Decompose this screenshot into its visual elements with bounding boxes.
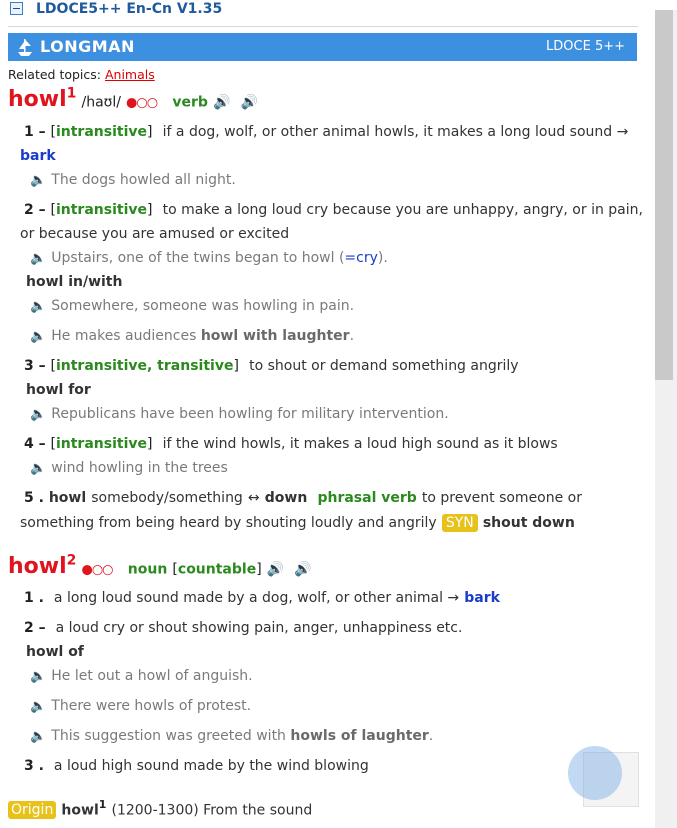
definition: if the wind howls, it makes a loud high … bbox=[162, 436, 558, 452]
phrasal-verb-label: phrasal verb bbox=[317, 490, 417, 506]
speaker-icon[interactable]: 🔈 bbox=[30, 251, 46, 266]
example: 🔈 Somewhere, someone was howling in pain… bbox=[30, 298, 355, 314]
noun-sense-3: 3 . a loud high sound made by the wind b… bbox=[24, 758, 369, 774]
grammar-code: intransitive bbox=[55, 202, 147, 218]
speaker-icon[interactable]: 🔊 bbox=[213, 94, 230, 110]
speaker-icon[interactable]: 🔊 bbox=[241, 94, 258, 110]
grammar-code: intransitive bbox=[55, 436, 147, 452]
entry1-header: howl1 /haʊl/ ●○○ verb 🔊 🔊 bbox=[8, 86, 258, 112]
longman-banner: LONGMAN LDOCE 5++ bbox=[8, 33, 637, 61]
phrase-pattern: howl of bbox=[26, 644, 84, 660]
sense-4: 4 – [intransitive] if the wind howls, it… bbox=[24, 436, 558, 452]
example: 🔈 He makes audiences howl with laughter. bbox=[30, 328, 355, 344]
part-of-speech: noun bbox=[127, 561, 168, 578]
example: 🔈 Republicans have been howling for mili… bbox=[30, 406, 449, 422]
frequency-dots: ●○○ bbox=[126, 95, 158, 111]
sense-number: 1 bbox=[24, 124, 34, 140]
cross-reference-link[interactable]: bark bbox=[20, 148, 56, 164]
sense-3: 3 – [intransitive, transitive] to shout … bbox=[24, 358, 519, 374]
phrase-pattern: howl for bbox=[26, 382, 91, 398]
example: 🔈 This suggestion was greeted with howls… bbox=[30, 728, 434, 744]
edition-label: LDOCE 5++ bbox=[546, 39, 625, 54]
dictionary-content: LDOCE5++ En-Cn V1.35 LONGMAN LDOCE 5++ R… bbox=[8, 1, 643, 820]
example: 🔈 There were howls of protest. bbox=[30, 698, 252, 714]
part-of-speech: verb bbox=[172, 94, 208, 111]
speaker-icon[interactable]: 🔊 bbox=[267, 561, 284, 577]
definition: to shout or demand something angrily bbox=[249, 358, 519, 374]
speaker-icon[interactable]: 🔈 bbox=[30, 173, 46, 188]
headword: howl1 bbox=[8, 86, 77, 113]
speaker-icon[interactable]: 🔈 bbox=[30, 699, 46, 714]
logo-watermark-icon bbox=[568, 746, 622, 800]
grammar-code: countable bbox=[177, 561, 257, 578]
sense-5: 5 . howl somebody/something ↔ down phras… bbox=[24, 490, 583, 506]
related-topics: Related topics: Animals bbox=[8, 67, 155, 82]
headword: howl2 bbox=[8, 553, 77, 580]
cross-reference-link[interactable]: bark bbox=[464, 590, 500, 606]
app-title: LDOCE5++ En-Cn V1.35 bbox=[36, 1, 223, 17]
phrase-pattern: howl in/with bbox=[26, 274, 123, 290]
speaker-icon[interactable]: 🔈 bbox=[30, 729, 46, 744]
grammar-code: intransitive, transitive bbox=[55, 358, 234, 374]
origin-line: Origin howl1 (1200-1300) From the sound bbox=[8, 798, 312, 820]
related-topics-label: Related topics: bbox=[8, 67, 101, 82]
collapse-icon[interactable] bbox=[10, 2, 23, 15]
origin-badge: Origin bbox=[8, 801, 57, 820]
speaker-icon[interactable]: 🔈 bbox=[30, 669, 46, 684]
entry2-header: howl2 ●○○ noun [countable] 🔊 🔊 bbox=[8, 553, 312, 580]
ship-logo-icon bbox=[18, 39, 32, 56]
speaker-icon[interactable]: 🔈 bbox=[30, 329, 46, 344]
scrollbar-thumb[interactable] bbox=[655, 10, 673, 380]
speaker-icon[interactable]: 🔊 bbox=[294, 561, 311, 577]
speaker-icon[interactable]: 🔈 bbox=[30, 299, 46, 314]
synonym-word[interactable]: shout down bbox=[483, 515, 575, 531]
synonym-badge: SYN bbox=[441, 514, 478, 532]
noun-sense-2: 2 – a loud cry or shout showing pain, an… bbox=[24, 620, 463, 636]
divider bbox=[8, 26, 638, 27]
example: 🔈 wind howling in the trees bbox=[30, 460, 228, 476]
noun-sense-1: 1 . a long loud sound made by a dog, wol… bbox=[24, 590, 500, 606]
grammar-code: intransitive bbox=[55, 124, 147, 140]
brand-name: LONGMAN bbox=[40, 37, 135, 56]
frequency-dots: ●○○ bbox=[81, 562, 114, 578]
sense-2: 2 – [intransitive] to make a long loud c… bbox=[24, 202, 643, 218]
definition-continued: or because you are amused or excited bbox=[20, 226, 290, 242]
definition: to make a long loud cry because you are … bbox=[162, 202, 643, 218]
definition: if a dog, wolf, or other animal howls, i… bbox=[162, 124, 629, 140]
speaker-icon[interactable]: 🔈 bbox=[30, 407, 46, 422]
topic-link-animals[interactable]: Animals bbox=[105, 67, 155, 82]
example: 🔈 The dogs howled all night. bbox=[30, 172, 236, 188]
pronunciation: /haʊl/ bbox=[81, 94, 121, 111]
speaker-icon[interactable]: 🔈 bbox=[30, 461, 46, 476]
example: 🔈 Upstairs, one of the twins began to ho… bbox=[30, 250, 388, 266]
sense-1: 1 – [intransitive] if a dog, wolf, or ot… bbox=[24, 124, 629, 140]
example: 🔈 He let out a howl of anguish. bbox=[30, 668, 253, 684]
